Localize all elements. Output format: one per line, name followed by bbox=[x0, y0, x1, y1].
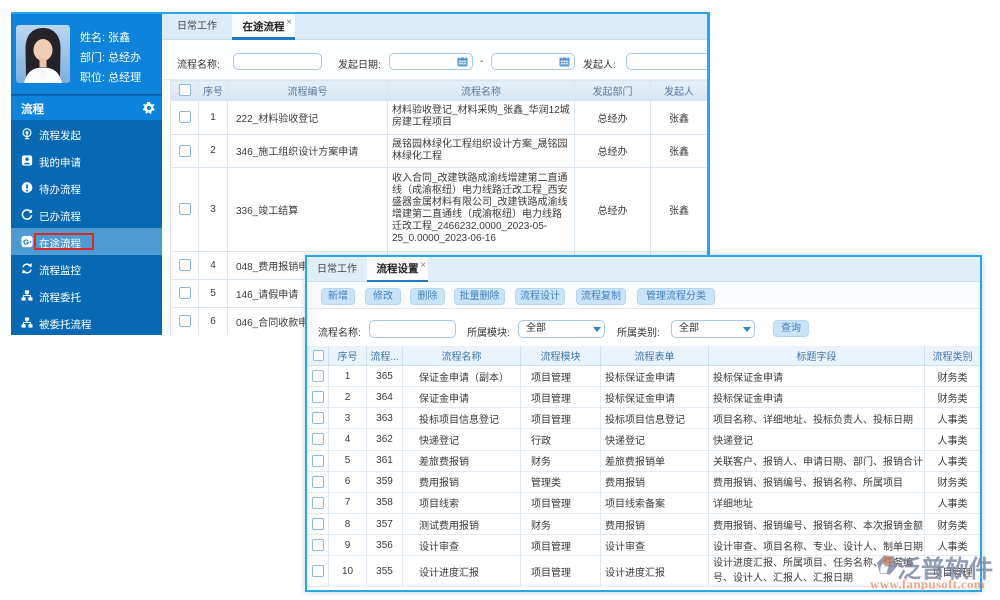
svg-text:G: G bbox=[23, 238, 29, 247]
svg-text:www.fanpusoft.com: www.fanpusoft.com bbox=[870, 577, 985, 592]
